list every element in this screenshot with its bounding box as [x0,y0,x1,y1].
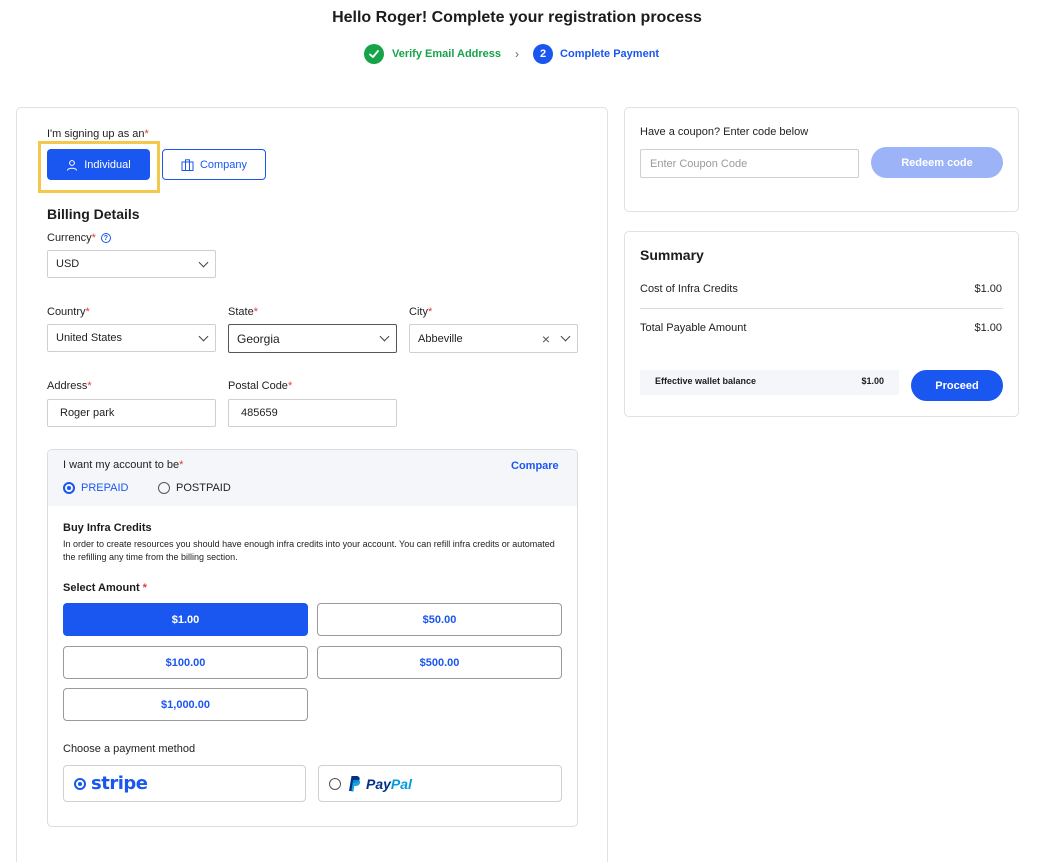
stripe-logo: stripe [91,773,148,794]
chevron-down-icon [198,331,209,341]
user-icon [66,159,78,171]
paypal-icon [347,775,361,792]
stripe-radio[interactable] [74,777,86,790]
city-select[interactable]: Abbeville × [409,324,578,353]
amount-option[interactable]: $100.00 [63,646,308,679]
payment-method-label: Choose a payment method [63,743,196,755]
page-title: Hello Roger! Complete your registration … [332,9,702,26]
help-icon[interactable]: ? [100,233,111,243]
wallet-balance-label: Effective wallet balance [655,376,757,386]
buy-credits-description: In order to create resources you should … [63,539,555,562]
compare-link[interactable]: Compare [511,460,559,472]
address-label: Address* [47,380,92,392]
postal-code-input[interactable]: 485659 [228,399,397,427]
state-label: State* [228,306,258,318]
select-amount-label: Select Amount * [63,582,147,594]
total-label: Total Payable Amount [640,322,747,334]
chevron-down-icon [379,331,390,342]
summary-divider [640,308,1003,309]
buy-credits-heading: Buy Infra Credits [63,522,152,534]
postpaid-radio[interactable] [158,482,170,494]
progress-steps: Verify Email Address › 2 Complete Paymen… [364,43,659,65]
postpaid-option[interactable]: POSTPAID [158,482,231,494]
amount-option[interactable]: $500.00 [317,646,562,679]
individual-button[interactable]: Individual [47,149,150,180]
city-label: City* [409,306,433,318]
cost-value: $1.00 [974,283,1002,295]
chevron-down-icon [560,331,571,342]
step-verify-email: Verify Email Address [392,48,502,60]
coupon-input[interactable]: Enter Coupon Code [640,149,859,178]
chevron-down-icon [198,257,209,267]
currency-label: Currency * ? [47,232,111,244]
prepaid-radio[interactable] [63,482,75,494]
state-select[interactable]: Georgia [228,324,397,353]
building-icon [181,158,194,171]
clear-icon[interactable]: × [542,331,550,347]
country-label: Country* [47,306,90,318]
paypal-radio[interactable] [329,777,341,790]
prepaid-option[interactable]: PREPAID [63,482,128,494]
billing-details-heading: Billing Details [47,206,140,222]
coupon-label: Have a coupon? Enter code below [640,126,809,138]
step-complete-payment: Complete Payment [560,48,660,60]
company-button[interactable]: Company [162,149,266,180]
paypal-option[interactable]: PayPal [318,765,562,802]
chevron-right-icon: › [515,47,520,61]
stripe-option[interactable]: stripe [63,765,306,802]
step-number: 2 [533,44,554,64]
wallet-balance-value: $1.00 [861,376,884,386]
check-icon [364,44,384,64]
redeem-code-button[interactable]: Redeem code [871,147,1003,178]
total-value: $1.00 [974,322,1002,334]
country-select[interactable]: United States [47,324,216,352]
amount-option[interactable]: $1.00 [63,603,308,636]
proceed-button[interactable]: Proceed [911,370,1003,401]
cost-label: Cost of Infra Credits [640,283,738,295]
currency-select[interactable]: USD [47,250,216,278]
paypal-logo: PayPal [366,775,412,792]
amount-option[interactable]: $50.00 [317,603,562,636]
postal-code-label: Postal Code* [228,380,293,392]
account-mode-label: I want my account to be* [63,459,184,471]
amount-option[interactable]: $1,000.00 [63,688,308,721]
summary-heading: Summary [640,247,704,263]
address-input[interactable]: Roger park [47,399,216,427]
account-type-label: I'm signing up as an* [47,128,149,140]
